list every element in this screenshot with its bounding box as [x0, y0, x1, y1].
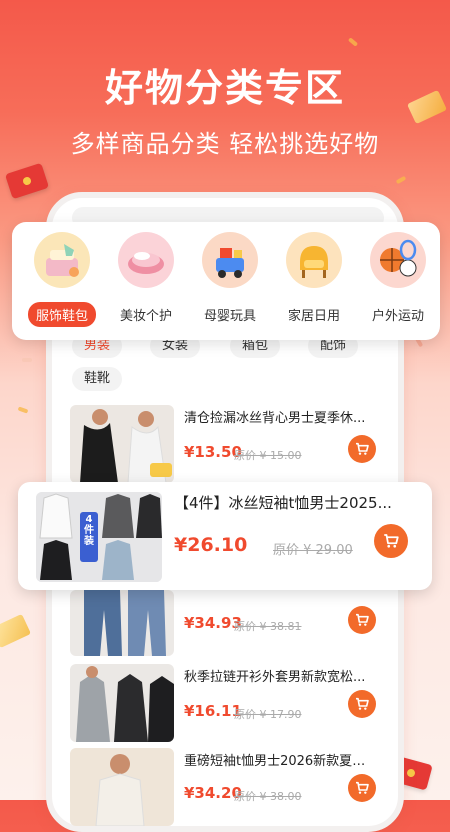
page-title: 好物分类专区 [104, 66, 345, 110]
product-title: 清仓捡漏冰丝背心男士夏季休... [184, 411, 366, 426]
red-envelope-icon [4, 162, 50, 200]
featured-product-price: ¥26.10 [174, 534, 248, 556]
category-label: 美妆个护 [119, 309, 172, 324]
category-sports[interactable]: 户外运动 [358, 232, 438, 327]
product-original-price: 原价 ¥ 38.00 [234, 790, 302, 803]
sports-icon [370, 232, 426, 288]
gold-bar-icon [0, 613, 32, 649]
product-image [70, 664, 174, 742]
category-home[interactable]: 家居日用 [274, 232, 354, 327]
featured-product-image: 4件装 [36, 492, 162, 582]
product-image [70, 405, 174, 483]
product-title: 重磅短袖t恤男士2026新款夏季... [184, 754, 374, 769]
cart-icon [356, 442, 369, 455]
category-label: 家居日用 [287, 309, 340, 324]
add-to-cart-button[interactable] [374, 524, 408, 558]
cart-icon [384, 534, 399, 548]
cart-icon [356, 613, 369, 626]
featured-badge: 4件装 [84, 514, 94, 547]
subtab-shoes[interactable]: 鞋靴 [72, 367, 123, 391]
add-to-cart-button[interactable] [348, 606, 376, 634]
category-label: 母婴玩具 [203, 309, 256, 324]
category-card: 服饰鞋包 美妆个护 母婴玩具 家居日用 户外运动 [12, 222, 440, 340]
category-clothing[interactable]: 服饰鞋包 [22, 232, 102, 327]
category-label: 服饰鞋包 [27, 302, 96, 327]
add-to-cart-button[interactable] [348, 690, 376, 718]
add-to-cart-button[interactable] [348, 774, 376, 802]
cosmetics-icon [118, 232, 174, 288]
category-label: 户外运动 [371, 309, 424, 324]
featured-product-card[interactable]: 4件装 【4件】冰丝短袖t恤男士2025... ¥26.10 原价 ¥ 29.0… [18, 482, 432, 590]
cart-icon [356, 697, 369, 710]
product-image [70, 590, 174, 656]
clothing-icon [34, 232, 90, 288]
add-to-cart-button[interactable] [348, 435, 376, 463]
featured-product-title: 【4件】冰丝短袖t恤男士2025... [174, 494, 392, 512]
confetti [17, 406, 29, 414]
featured-product-original-price: 原价 ¥ 29.00 [273, 543, 353, 558]
cart-icon [356, 781, 369, 794]
product-title: 秋季拉链开衫外套男新款宽松... [184, 670, 366, 685]
product-original-price: 原价 ¥ 38.81 [234, 620, 302, 633]
confetti [347, 37, 359, 47]
category-cosmetics[interactable]: 美妆个护 [106, 232, 186, 327]
product-image [70, 748, 174, 826]
home-icon [286, 232, 342, 288]
page-subtitle: 多样商品分类 轻松挑选好物 [70, 130, 380, 158]
product-original-price: 原价 ¥ 15.00 [234, 449, 302, 462]
confetti [22, 358, 32, 362]
category-toys[interactable]: 母婴玩具 [190, 232, 270, 327]
confetti [395, 175, 407, 185]
product-original-price: 原价 ¥ 17.90 [234, 708, 302, 721]
toys-icon [202, 232, 258, 288]
